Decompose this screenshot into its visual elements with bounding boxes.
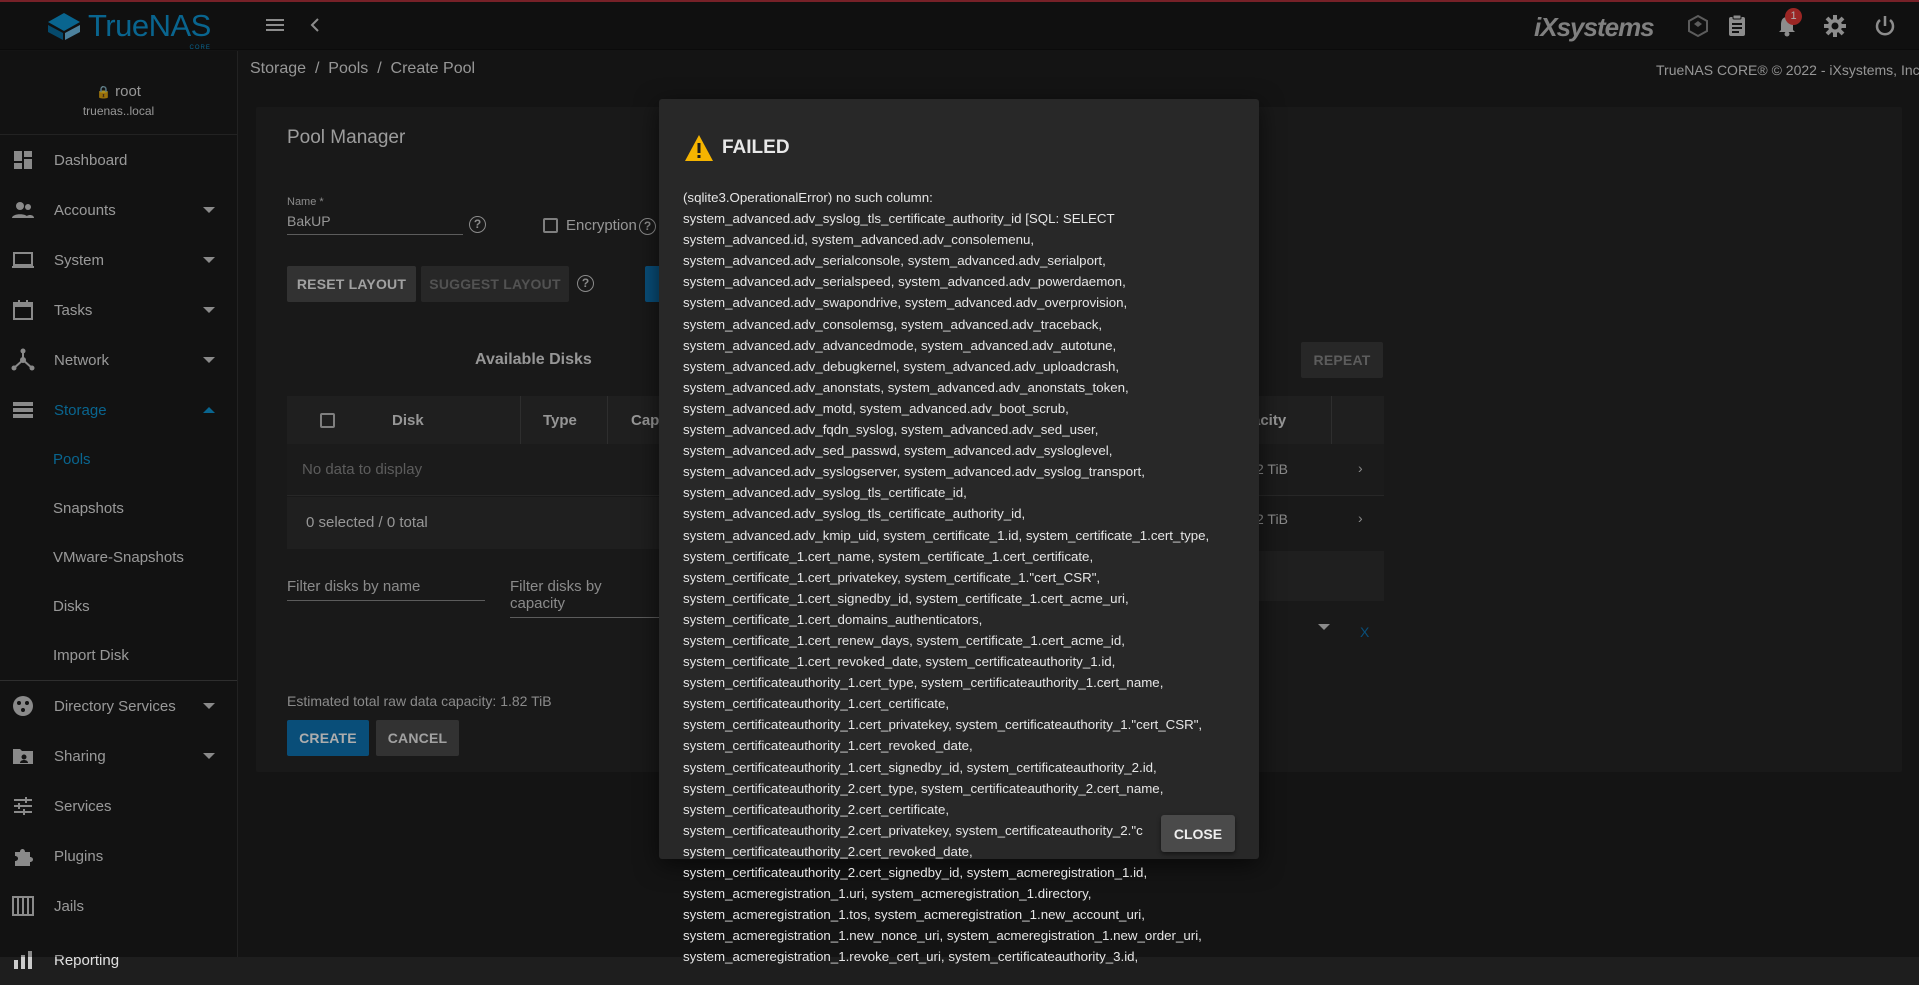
- warning-icon: [685, 135, 713, 161]
- close-button[interactable]: CLOSE: [1161, 815, 1235, 852]
- error-dialog: FAILED (sqlite3.OperationalError) no suc…: [659, 99, 1259, 964]
- dialog-title: FAILED: [684, 134, 790, 162]
